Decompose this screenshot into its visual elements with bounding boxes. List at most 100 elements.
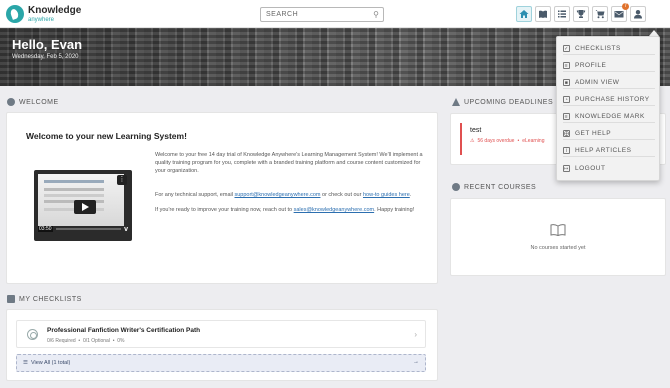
bookmark-icon: ≡ [563,113,570,120]
deadline-status: 56 days overdue [477,138,515,144]
support-email-link[interactable]: support@knowledgeanywhere.com [234,192,320,198]
brand-logo-icon [6,5,24,23]
menu-item-label: PROFILE [575,62,607,69]
play-button[interactable] [74,200,96,214]
menu-item-get-help[interactable]: ⨁ GET HELP [563,128,655,140]
deadlines-header: UPCOMING DEADLINES [452,98,553,106]
more-options-icon[interactable]: ⋮ [117,175,127,185]
checklist-title: Professional Fanfiction Writer's Certifi… [47,327,201,334]
checklist-percent: 0% [117,338,125,344]
checklist-progress-icon [27,329,38,340]
admin-icon: ■ [563,79,570,86]
recent-courses-card [450,198,666,276]
brand-name: Knowledge [28,4,82,16]
checklists-header: MY CHECKLISTS [7,295,82,303]
id-card-icon: ≡ [563,62,570,69]
vimeo-logo-icon[interactable]: v [124,226,128,233]
checklists-header-label: MY CHECKLISTS [19,295,82,303]
library-button[interactable] [535,6,551,22]
list-icon [558,10,566,18]
welcome-header-label: WELCOME [19,98,59,106]
sales-email-link[interactable]: sales@knowledgeanywhere.com [294,207,375,213]
deadline-type: eLearning [522,138,545,144]
greeting: Hello, Evan [12,37,83,52]
home-button[interactable] [516,6,532,22]
welcome-paragraph-1: Welcome to your free 14 day trial of Kno… [155,152,423,174]
closing-text: . Happy training! [374,207,415,213]
user-dropdown-menu: ✓ CHECKLISTS ≡ PROFILE ■ ADMIN VIEW ◔ PU… [556,36,660,181]
menu-item-label: HELP ARTICLES [575,147,632,154]
sales-text: If you're ready to improve your training… [155,207,294,213]
guides-link[interactable]: how-to guides here [363,192,410,198]
welcome-header: WELCOME [7,98,59,106]
video-progress-bar[interactable] [55,228,122,230]
menu-item-help-articles[interactable]: i HELP ARTICLES [563,145,655,157]
support-text: For any technical support, email [155,192,235,198]
search-input[interactable] [261,8,361,21]
optional-count: 0/1 Optional [82,338,110,344]
checklist-meta: 0/6 Required • 0/1 Optional • 0% [47,338,125,344]
recent-courses-header-label: RECENT COURSES [464,183,537,191]
welcome-text: Welcome to your free 14 day trial of Kno… [155,151,425,221]
menu-item-profile[interactable]: ≡ PROFILE [563,60,655,72]
warning-icon [452,98,460,106]
recent-courses-header: RECENT COURSES [452,183,536,191]
book-icon [550,224,566,236]
info-icon: i [563,147,570,154]
menu-item-label: KNOWLEDGE MARK [575,113,645,120]
welcome-title: Welcome to your new Learning System! [26,131,187,141]
checklist-item[interactable]: Professional Fanfiction Writer's Certifi… [16,320,426,348]
clock-icon [452,183,460,191]
history-icon: ◔ [563,96,570,103]
intro-video[interactable]: ⋮ 03:50 v [34,170,132,241]
view-all-label-wrap: ☰ View All (1 total) [23,360,70,366]
welcome-paragraph-2: For any technical support, email support… [155,191,425,199]
required-count: 0/6 Required [47,338,76,344]
top-bar: Knowledge anywhere ⚲ 7 [0,0,670,28]
lifebuoy-icon: ⨁ [563,130,570,137]
user-menu-button[interactable] [630,6,646,22]
menu-item-purchase-history[interactable]: ◔ PURCHASE HISTORY [563,94,655,106]
logout-icon: ↦ [563,164,570,172]
search-icon[interactable]: ⚲ [373,10,379,19]
brand-sub: anywhere [28,16,55,23]
video-controls: 03:50 v [36,225,130,233]
menu-item-label: GET HELP [575,130,612,137]
achievements-button[interactable] [573,6,589,22]
menu-item-logout[interactable]: ↦ LOGOUT [563,162,655,174]
deadlines-header-label: UPCOMING DEADLINES [464,98,554,106]
nav-icons: 7 [516,3,646,22]
home-section-icon [7,98,15,106]
separator-dot: • [517,138,520,144]
cart-button[interactable] [592,6,608,22]
mail-badge: 7 [622,3,629,10]
list-button[interactable] [554,6,570,22]
list-small-icon: ☰ [23,360,28,366]
cart-icon [595,10,605,19]
overdue-icon: ⚠ [470,138,475,144]
brand-logo[interactable]: Knowledge anywhere [6,4,81,24]
current-date: Wednesday, Feb 5, 2020 [12,54,79,60]
menu-item-label: LOGOUT [575,164,606,172]
menu-item-checklists[interactable]: ✓ CHECKLISTS [563,43,655,55]
menu-item-label: CHECKLISTS [575,45,621,52]
period-text: . [409,192,412,198]
no-courses-message: No courses started yet [530,245,586,251]
chevron-right-icon: › [414,330,417,339]
deadline-title: test [470,127,482,134]
user-icon [634,10,642,19]
menu-item-knowledge-mark[interactable]: ≡ KNOWLEDGE MARK [563,111,655,123]
menu-item-admin-view[interactable]: ■ ADMIN VIEW [563,77,655,89]
messages-button[interactable]: 7 [611,3,629,22]
deadline-meta: ⚠ 56 days overdue • eLearning [470,138,544,144]
view-all-label: View All (1 total) [30,360,71,366]
video-time: 03:50 [38,226,53,232]
menu-item-label: ADMIN VIEW [575,79,620,86]
checkbox-icon [7,295,15,303]
home-icon [519,10,529,18]
menu-item-label: PURCHASE HISTORY [575,96,650,103]
search-box: ⚲ [260,7,384,22]
view-all-button[interactable]: ☰ View All (1 total) → [16,354,426,372]
trophy-icon [576,10,586,18]
library-icon [539,10,547,18]
